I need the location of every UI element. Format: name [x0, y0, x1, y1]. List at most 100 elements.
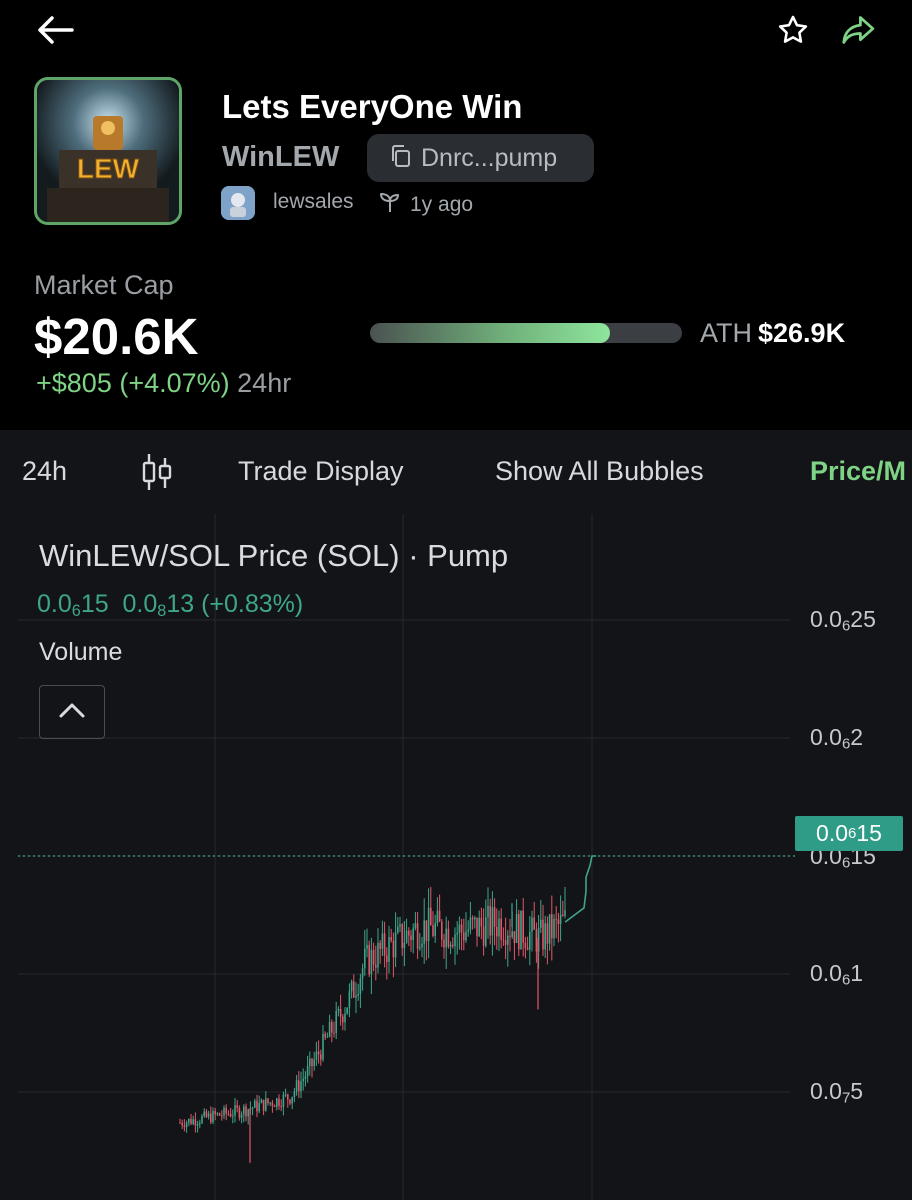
back-arrow-icon[interactable] [32, 10, 78, 50]
y-tick-label: 0.0625 [810, 606, 876, 635]
candle-body [410, 935, 412, 941]
star-icon[interactable] [772, 10, 814, 50]
candle-body [247, 1109, 249, 1117]
candle-body [276, 1098, 278, 1107]
token-ticker: WinLEW [222, 141, 340, 173]
candle-body [513, 931, 516, 943]
sprout-icon [378, 190, 402, 219]
price-toggle-label: Price/M [810, 456, 907, 486]
candle-body [469, 917, 472, 930]
candle-body [471, 917, 474, 920]
candle-body [278, 1098, 280, 1107]
candle-body [482, 926, 485, 946]
candle-body [419, 947, 421, 949]
candle-body [273, 1105, 276, 1107]
candle-body [397, 926, 399, 933]
share-icon[interactable] [838, 10, 880, 50]
candle-body [430, 907, 432, 926]
candle-body [414, 923, 417, 929]
candle-body [192, 1119, 194, 1124]
candlestick-icon[interactable] [140, 452, 174, 499]
candle-body [564, 910, 566, 916]
candle-body [271, 1102, 274, 1106]
candle-body [350, 981, 353, 992]
candle-body [452, 944, 454, 947]
candle-body [265, 1098, 267, 1111]
change-period: 24hr [237, 368, 292, 398]
interval-button[interactable]: 24h [22, 456, 67, 487]
market-cap-label: Market Cap [34, 270, 174, 300]
candle-body [379, 942, 381, 949]
candle-body [520, 910, 522, 950]
creator-avatar[interactable] [221, 186, 255, 220]
candle-body [526, 947, 529, 950]
candle-body [383, 933, 386, 956]
candle-body [390, 937, 392, 941]
candle-body [524, 942, 527, 948]
ath-value: $26.9K [758, 318, 846, 348]
candle-body [181, 1122, 183, 1126]
candle-body [458, 924, 461, 933]
price-mcap-toggle[interactable]: Price/M [810, 456, 906, 487]
candle-body [548, 914, 551, 944]
candle-body [485, 917, 487, 946]
candle-body [366, 944, 368, 949]
candle-body [287, 1094, 289, 1100]
candle-body [223, 1107, 225, 1116]
candle-body [467, 929, 469, 932]
candle-body [232, 1115, 234, 1117]
ath-progress-bar [370, 323, 682, 343]
candle-body [293, 1091, 296, 1097]
candle-body [412, 928, 414, 941]
candle-body [447, 928, 450, 947]
candle-body [256, 1100, 258, 1112]
candle-body [403, 942, 406, 949]
copy-icon [389, 144, 411, 173]
candle-body [188, 1118, 190, 1123]
ath-progress-fill [370, 323, 611, 343]
candle-body [229, 1113, 232, 1117]
candle-body [289, 1099, 291, 1104]
candle-body [388, 937, 390, 962]
candle-body [262, 1099, 265, 1111]
creator-name[interactable]: lewsales [273, 190, 354, 214]
candle-body [238, 1107, 241, 1118]
candle-body [359, 978, 362, 994]
token-age: 1y ago [378, 190, 473, 219]
candle-body [221, 1115, 223, 1117]
candle-body [421, 943, 423, 948]
candle-body [375, 964, 377, 968]
y-tick-label: 0.062 [810, 724, 864, 753]
chart-pair-title: WinLEW/SOL Price (SOL) · Pump [39, 538, 509, 573]
candle-body [487, 905, 489, 918]
candle-body [260, 1099, 263, 1104]
candle-body [562, 914, 564, 916]
current-price-tag: 0.0 6 15 [795, 816, 903, 851]
candle-body [196, 1124, 199, 1126]
recent-price-line [564, 855, 596, 923]
candle-body [496, 926, 498, 937]
candle-body [381, 933, 384, 949]
candle-body [324, 1033, 326, 1038]
show-all-bubbles-button[interactable]: Show All Bubbles [495, 456, 704, 487]
candle-body [518, 914, 520, 950]
candle-body [405, 930, 408, 943]
copy-address-button[interactable]: Dnrc...pump [367, 134, 594, 182]
candle-body [454, 934, 456, 947]
candle-body [225, 1107, 227, 1114]
candle-body [306, 1066, 309, 1077]
candle-body [423, 920, 425, 944]
trade-display-button[interactable]: Trade Display [238, 456, 404, 487]
candle-body [326, 1036, 329, 1038]
candle-body [298, 1080, 300, 1092]
collapse-indicators-button[interactable] [39, 685, 105, 739]
candle-body [432, 925, 434, 937]
candle-body [364, 948, 366, 969]
candle-body [331, 1022, 333, 1033]
candle-body [328, 1022, 331, 1037]
candle-body [544, 923, 546, 950]
candle-body [348, 991, 351, 1008]
change-value: +$805 (+4.07%) [36, 368, 230, 398]
candle-body [438, 910, 441, 922]
candle-body [502, 939, 505, 941]
